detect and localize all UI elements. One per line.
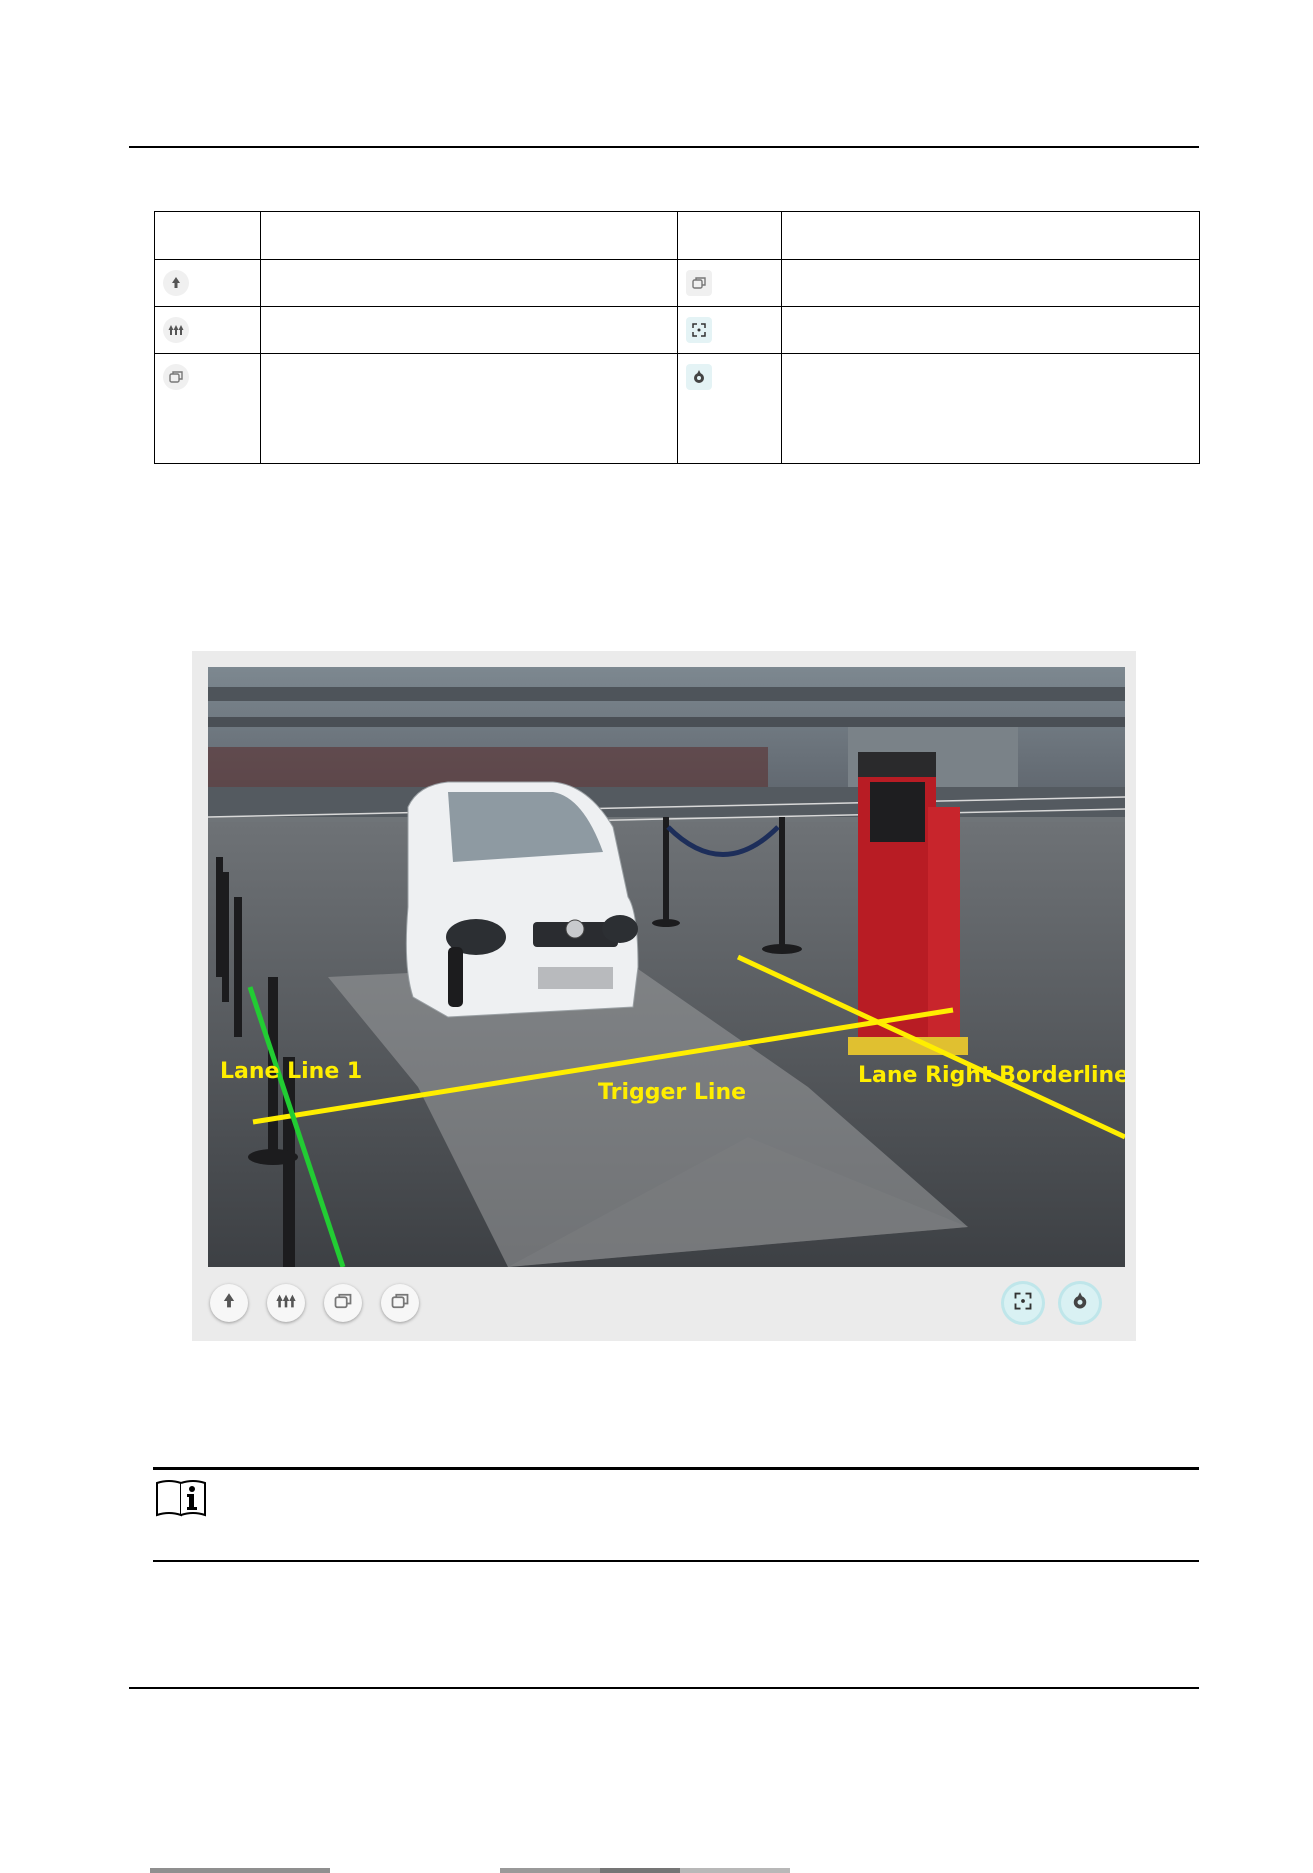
lane-right-borderline-label: Lane Right Borderline: [858, 1063, 1125, 1088]
table-header-row: [154, 211, 1200, 260]
footer-rule: [129, 1687, 1199, 1689]
area-button[interactable]: [324, 1284, 362, 1322]
description-cell: [259, 353, 679, 464]
icon-description-table: [154, 211, 1200, 464]
description-cell: [259, 259, 679, 307]
footer-text-fragment: [0, 1862, 1313, 1873]
icon-cell: [154, 259, 261, 307]
multi-tree-icon: [275, 1292, 297, 1315]
info-book-icon: [155, 1477, 209, 1524]
trigger-line-label: Trigger Line: [598, 1080, 746, 1105]
lane-line-label: Lane Line 1: [220, 1059, 362, 1084]
overlap-square-icon: [686, 270, 713, 296]
lane-configuration-figure: Lane Line 1 Trigger Line Lane Right Bord…: [192, 651, 1136, 1341]
description-cell: [781, 259, 1200, 307]
multi-tree-icon: [163, 317, 189, 343]
icon-cell: [154, 306, 261, 354]
focus-frame-icon: [686, 317, 713, 343]
note-top-rule: [153, 1467, 1199, 1470]
overlap-square-icon: [163, 364, 189, 390]
description-cell: [781, 353, 1200, 464]
white-car: [405, 781, 639, 1018]
draw-single-line-button[interactable]: [210, 1284, 248, 1322]
table-row: [154, 306, 1200, 354]
drop-icon: [1070, 1291, 1090, 1316]
icon-cell: [677, 306, 783, 354]
area-button-2[interactable]: [381, 1284, 419, 1322]
header-cell: [677, 211, 783, 260]
pin-tree-icon: [220, 1292, 238, 1315]
icon-cell: [154, 353, 261, 464]
scene-drawing: Lane Line 1 Trigger Line Lane Right Bord…: [208, 667, 1125, 1267]
note-bottom-rule: [153, 1560, 1199, 1562]
pin-tree-icon: [163, 270, 189, 296]
overlap-square-icon: [390, 1291, 410, 1316]
table-row: [154, 353, 1200, 464]
header-cell: [781, 211, 1200, 260]
clear-button[interactable]: [1061, 1284, 1099, 1322]
focus-frame-icon: [1013, 1291, 1033, 1316]
focus-button[interactable]: [1004, 1284, 1042, 1322]
icon-cell: [677, 259, 783, 307]
description-cell: [781, 306, 1200, 354]
overlap-square-icon: [333, 1291, 353, 1316]
header-cell: [259, 211, 679, 260]
description-cell: [259, 306, 679, 354]
draw-multiple-lines-button[interactable]: [267, 1284, 305, 1322]
camera-snapshot: Lane Line 1 Trigger Line Lane Right Bord…: [208, 667, 1125, 1267]
table-row: [154, 259, 1200, 307]
drop-icon: [686, 364, 713, 390]
icon-cell: [677, 353, 783, 464]
header-rule: [129, 146, 1199, 148]
header-cell: [154, 211, 261, 260]
